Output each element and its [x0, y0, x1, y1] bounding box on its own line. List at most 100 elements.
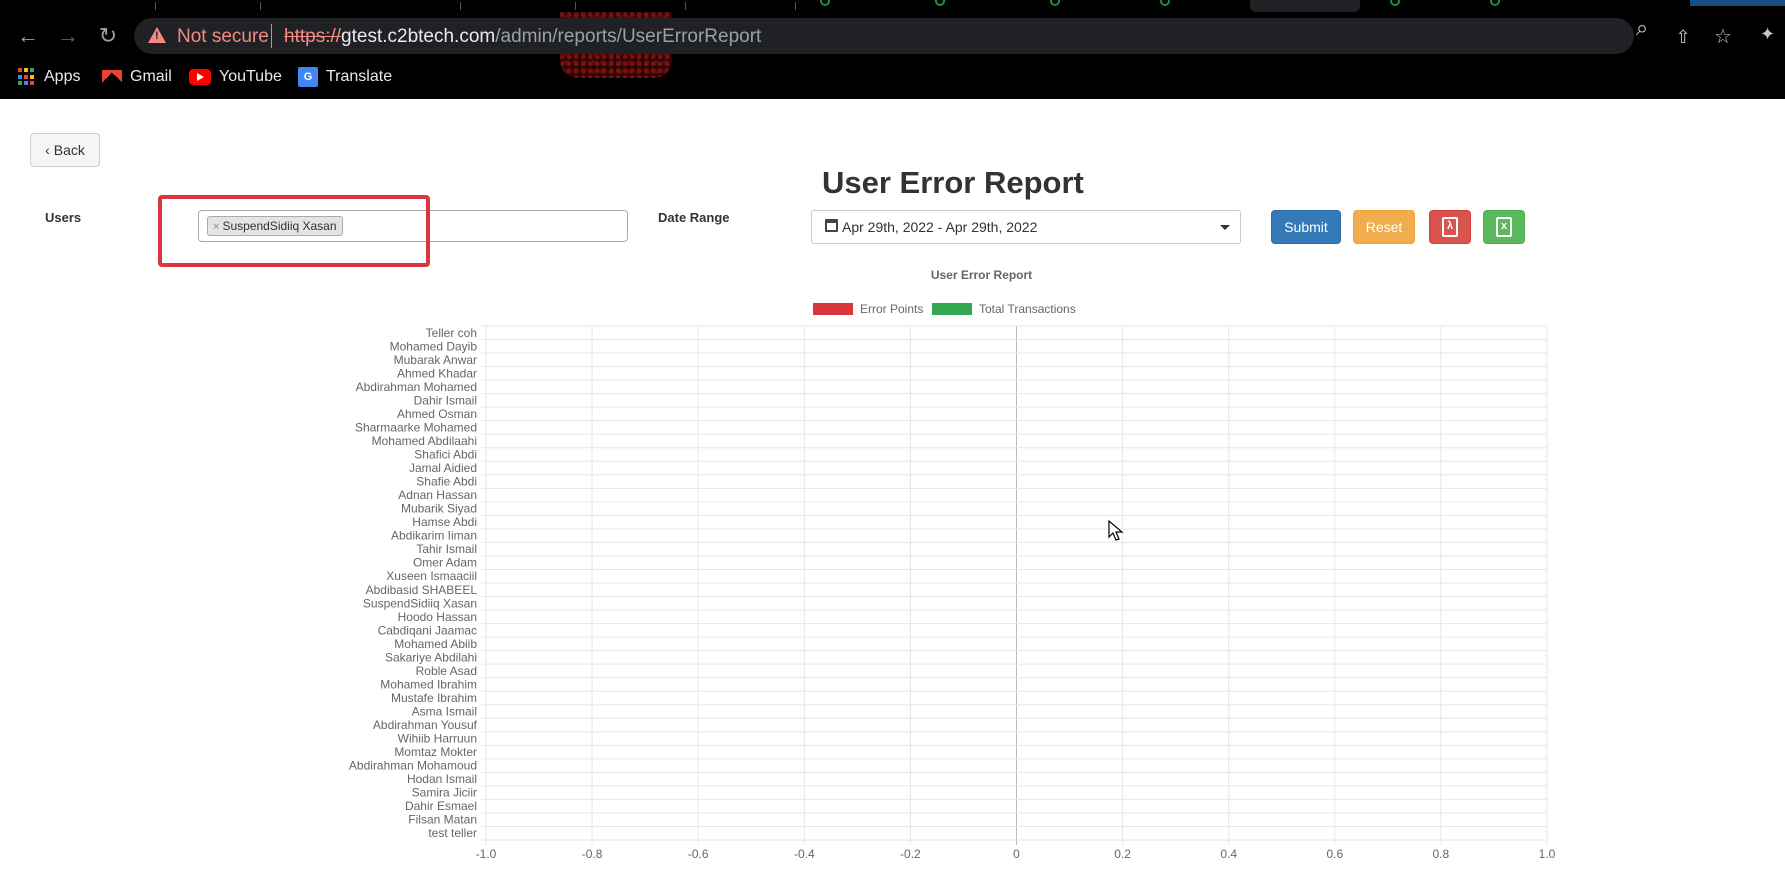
share-icon[interactable]: ⇧: [1672, 26, 1694, 48]
bookmarks-bar: Apps Gmail YouTube G Translate: [0, 62, 1785, 92]
y-category-label: Momtaz Mokter: [394, 745, 477, 759]
gmail-icon: [102, 69, 122, 85]
tab-active[interactable]: [1250, 0, 1360, 12]
extensions-icon[interactable]: ✦: [1760, 24, 1782, 46]
reload-icon[interactable]: ↻: [94, 22, 122, 50]
x-tick-label: 0.4: [1220, 847, 1237, 861]
bookmark-label: Gmail: [130, 68, 172, 85]
x-tick-label: -0.2: [900, 847, 921, 861]
bookmark-apps[interactable]: Apps: [18, 66, 80, 88]
y-category-label: test teller: [428, 826, 477, 840]
y-category-label: Ahmed Osman: [397, 407, 477, 421]
y-category-label: Tahir Ismail: [416, 542, 477, 556]
y-category-label: Mubarik Siyad: [401, 502, 477, 516]
y-category-label: Sakariye Abdilahi: [385, 650, 477, 664]
address-bar[interactable]: Not secure https://gtest.c2btech.com/adm…: [134, 17, 1732, 54]
x-tick-label: -0.8: [582, 847, 603, 861]
tab-favicon[interactable]: [1490, 0, 1500, 6]
x-tick-label: -0.6: [688, 847, 709, 861]
browser-chrome: ← → ↻ Not secure https://gtest.c2btech.c…: [0, 0, 1785, 99]
y-category-label: Mustafe Ibrahim: [391, 691, 477, 705]
y-category-label: Hamse Abdi: [412, 515, 477, 529]
tab-separator: [155, 2, 156, 10]
x-tick-label: 0.6: [1326, 847, 1343, 861]
y-category-label: Omer Adam: [413, 556, 477, 570]
tab-strip: [0, 0, 1785, 14]
warning-icon[interactable]: [148, 27, 166, 43]
legend-swatch: [813, 303, 853, 315]
tab-separator: [260, 2, 261, 10]
y-category-label: Wihiib Harruun: [398, 732, 477, 746]
x-tick-label: 0: [1013, 847, 1020, 861]
y-category-label: Jamal Aidied: [409, 461, 477, 475]
y-category-label: Shafie Abdi: [416, 475, 477, 489]
y-category-label: Hodan Ismail: [407, 772, 477, 786]
tab-favicon[interactable]: [935, 0, 945, 6]
tab-separator: [575, 2, 576, 10]
mouse-cursor-icon: [1108, 519, 1124, 541]
y-category-label: Abdikarim Iiman: [391, 529, 477, 543]
forward-arrow-icon[interactable]: →: [54, 22, 82, 50]
y-category-label: Ahmed Khadar: [397, 366, 477, 380]
x-tick-label: -0.4: [794, 847, 815, 861]
url-text[interactable]: https://gtest.c2btech.com/admin/reports/…: [284, 26, 761, 48]
tab-favicon[interactable]: [1390, 0, 1400, 6]
x-tick-label: 0.8: [1433, 847, 1450, 861]
y-category-label: Abdibasid SHABEEL: [366, 583, 478, 597]
y-category-label: Roble Asad: [416, 664, 477, 678]
page-content: ‹ Back User Error Report Users × SuspendS…: [0, 99, 1785, 880]
legend-label: Error Points: [860, 302, 923, 316]
translate-icon: G: [298, 67, 318, 87]
bookmark-youtube[interactable]: YouTube: [189, 66, 282, 88]
y-category-label: Mohamed Abiib: [394, 637, 477, 651]
y-category-label: Mubarak Anwar: [394, 353, 477, 367]
tab-separator: [795, 2, 796, 10]
legend-label: Total Transactions: [979, 302, 1076, 316]
y-category-label: Mohamed Dayib: [390, 339, 478, 353]
y-category-label: Mohamed Ibrahim: [380, 677, 477, 691]
y-category-label: SuspendSidiiq Xasan: [363, 596, 477, 610]
y-category-label: Abdirahman Mohamed: [356, 380, 477, 394]
y-category-label: Cabdiqani Jaamac: [378, 623, 477, 637]
chart-title: User Error Report: [931, 268, 1032, 282]
y-category-label: Dahir Esmael: [405, 799, 477, 813]
bookmark-label: YouTube: [219, 68, 282, 85]
url-scheme: https://: [284, 26, 342, 47]
bookmark-star-icon[interactable]: ☆: [1712, 26, 1734, 48]
user-error-chart: User Error Report Error Points Total Trans…: [349, 268, 1556, 861]
y-category-label: Shafici Abdi: [414, 448, 477, 462]
zoom-icon[interactable]: ⌕: [1631, 17, 1653, 39]
y-category-label: Asma Ismail: [412, 705, 477, 719]
tab-favicon[interactable]: [820, 0, 830, 6]
bookmark-translate[interactable]: G Translate: [298, 66, 392, 88]
y-category-label: Abdirahman Mohamoud: [349, 759, 477, 773]
y-category-label: Sharmaarke Mohamed: [355, 420, 477, 434]
address-divider: [271, 24, 272, 48]
y-category-label: Dahir Ismail: [414, 393, 477, 407]
y-category-label: Mohamed Abdilaahi: [372, 434, 477, 448]
back-arrow-icon[interactable]: ←: [14, 22, 42, 50]
y-category-label: Filsan Matan: [408, 813, 477, 827]
bookmark-label: Apps: [44, 68, 81, 85]
y-category-label: Xuseen Ismaaciil: [386, 569, 477, 583]
url-host: gtest.c2btech.com: [341, 26, 496, 47]
y-category-label: Hoodo Hassan: [398, 610, 477, 624]
bookmark-gmail[interactable]: Gmail: [102, 66, 172, 88]
url-path: /admin/reports/UserErrorReport: [495, 26, 762, 47]
tab-favicon[interactable]: [1160, 0, 1170, 6]
bookmark-label: Translate: [326, 68, 393, 85]
y-category-label: Teller coh: [426, 326, 477, 340]
x-tick-label: 1.0: [1539, 847, 1556, 861]
tab-favicon[interactable]: [1050, 0, 1060, 6]
tab-highlight[interactable]: [1690, 0, 1785, 6]
youtube-icon: [189, 69, 211, 85]
legend-swatch: [932, 303, 972, 315]
security-status[interactable]: Not secure: [177, 26, 269, 48]
tab-separator: [460, 2, 461, 10]
tab-separator: [685, 2, 686, 10]
x-tick-label: 0.2: [1114, 847, 1131, 861]
apps-grid-icon: [18, 68, 36, 86]
x-tick-label: -1.0: [476, 847, 497, 861]
y-category-label: Samira Jiciir: [412, 786, 477, 800]
y-category-label: Abdirahman Yousuf: [373, 718, 478, 732]
